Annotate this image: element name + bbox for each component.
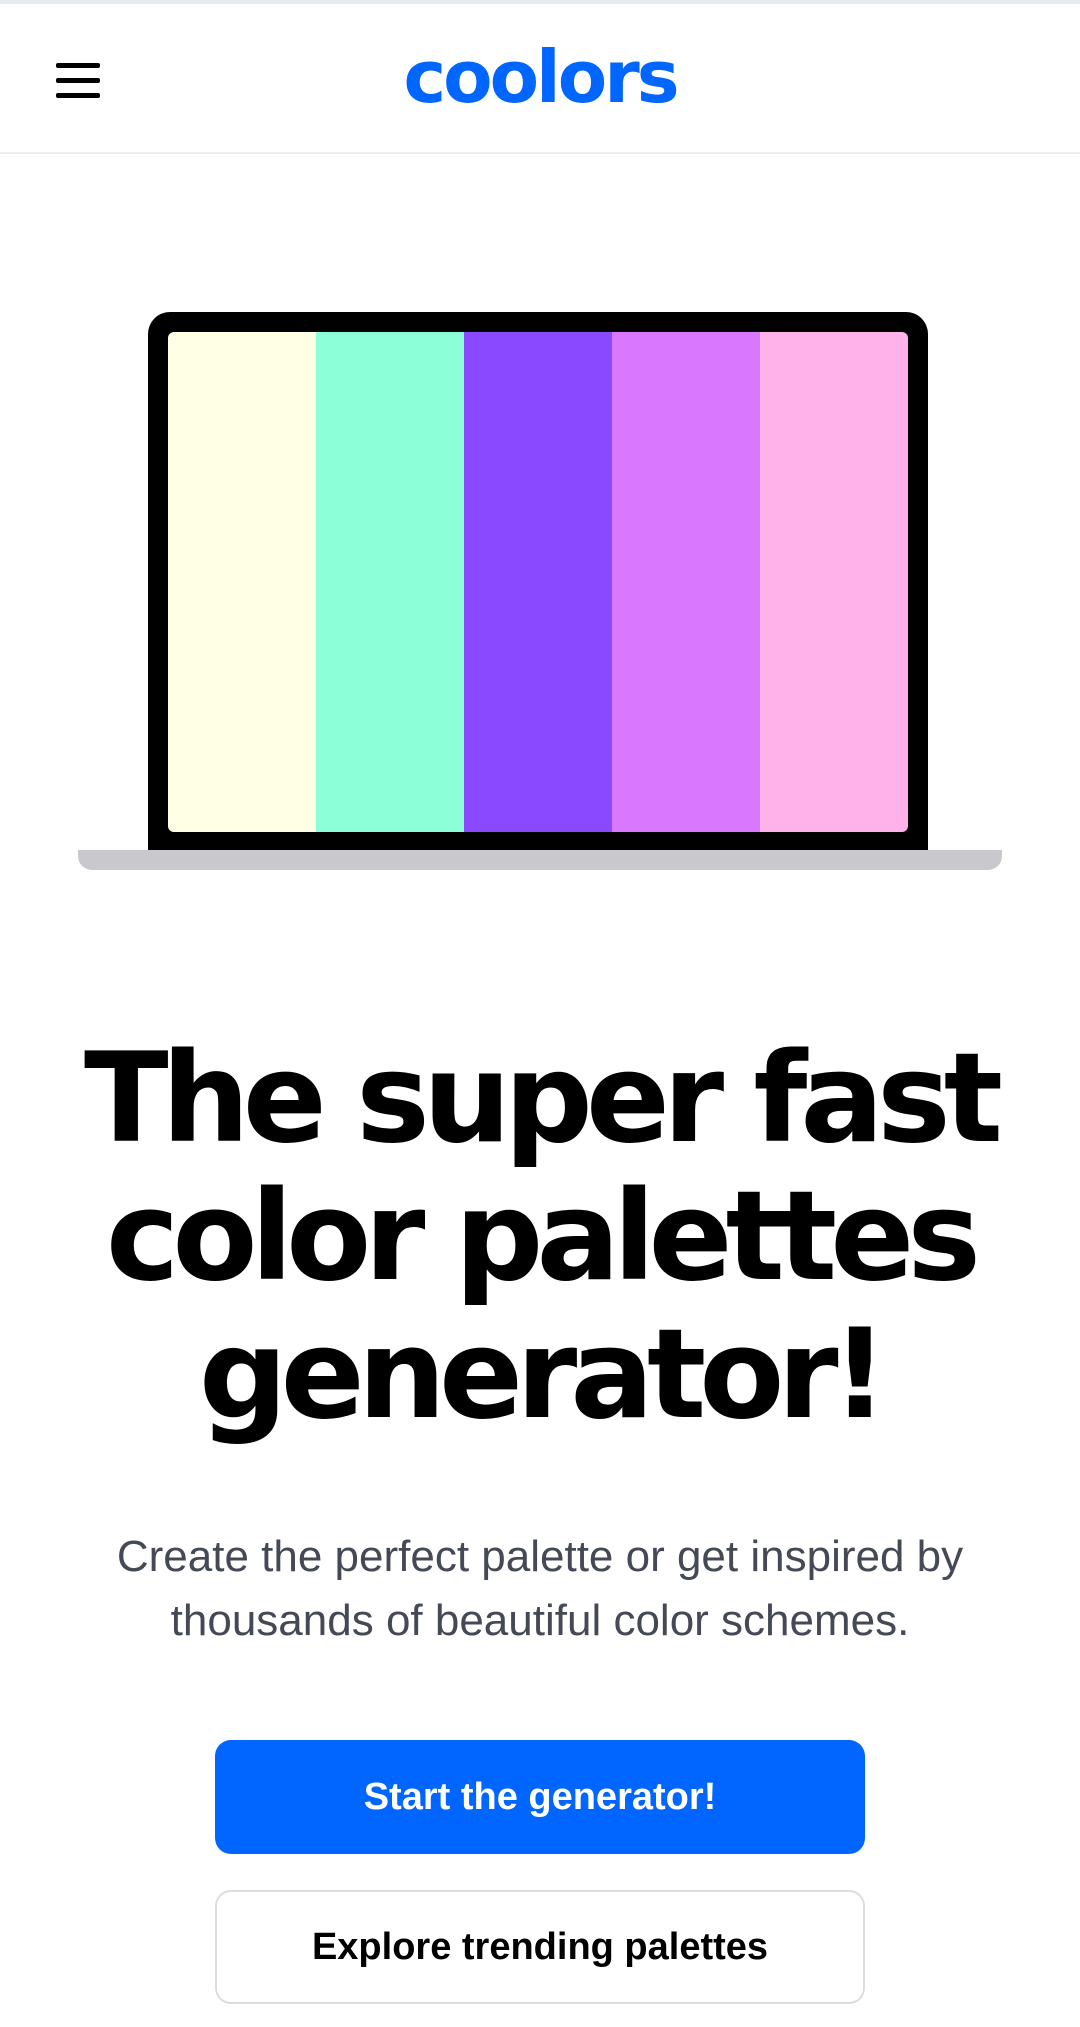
- hero-title-line: generator!: [198, 1303, 888, 1447]
- palette-swatch-2: [316, 332, 464, 832]
- palette-swatch-3: [464, 332, 612, 832]
- laptop-illustration: [148, 312, 928, 852]
- hero-subtitle-line: thousands of beautiful color schemes.: [170, 1596, 910, 1645]
- coolors-logo[interactable]: coolors: [370, 32, 710, 122]
- hero-subtitle: Create the perfect palette or get inspir…: [40, 1525, 1040, 1653]
- menu-bar: [56, 92, 100, 98]
- menu-bar: [56, 62, 100, 68]
- hamburger-menu-icon[interactable]: [56, 46, 124, 114]
- start-generator-button[interactable]: Start the generator!: [215, 1740, 865, 1854]
- site-header: coolors: [0, 4, 1080, 154]
- palette-swatch-4: [612, 332, 760, 832]
- menu-bar: [56, 77, 100, 83]
- hero-title-line: The super fast: [83, 1027, 1003, 1171]
- hero-title: The super fast color palettes generator!: [60, 1030, 1020, 1444]
- hero-subtitle-line: Create the perfect palette or get inspir…: [116, 1532, 964, 1581]
- palette-swatch-1: [168, 332, 316, 832]
- laptop-screen-palette: [168, 332, 908, 832]
- palette-swatch-5: [760, 332, 908, 832]
- explore-trending-palettes-button[interactable]: Explore trending palettes: [215, 1890, 865, 2004]
- laptop-base: [78, 850, 1002, 870]
- hero-title-line: color palettes: [105, 1165, 981, 1309]
